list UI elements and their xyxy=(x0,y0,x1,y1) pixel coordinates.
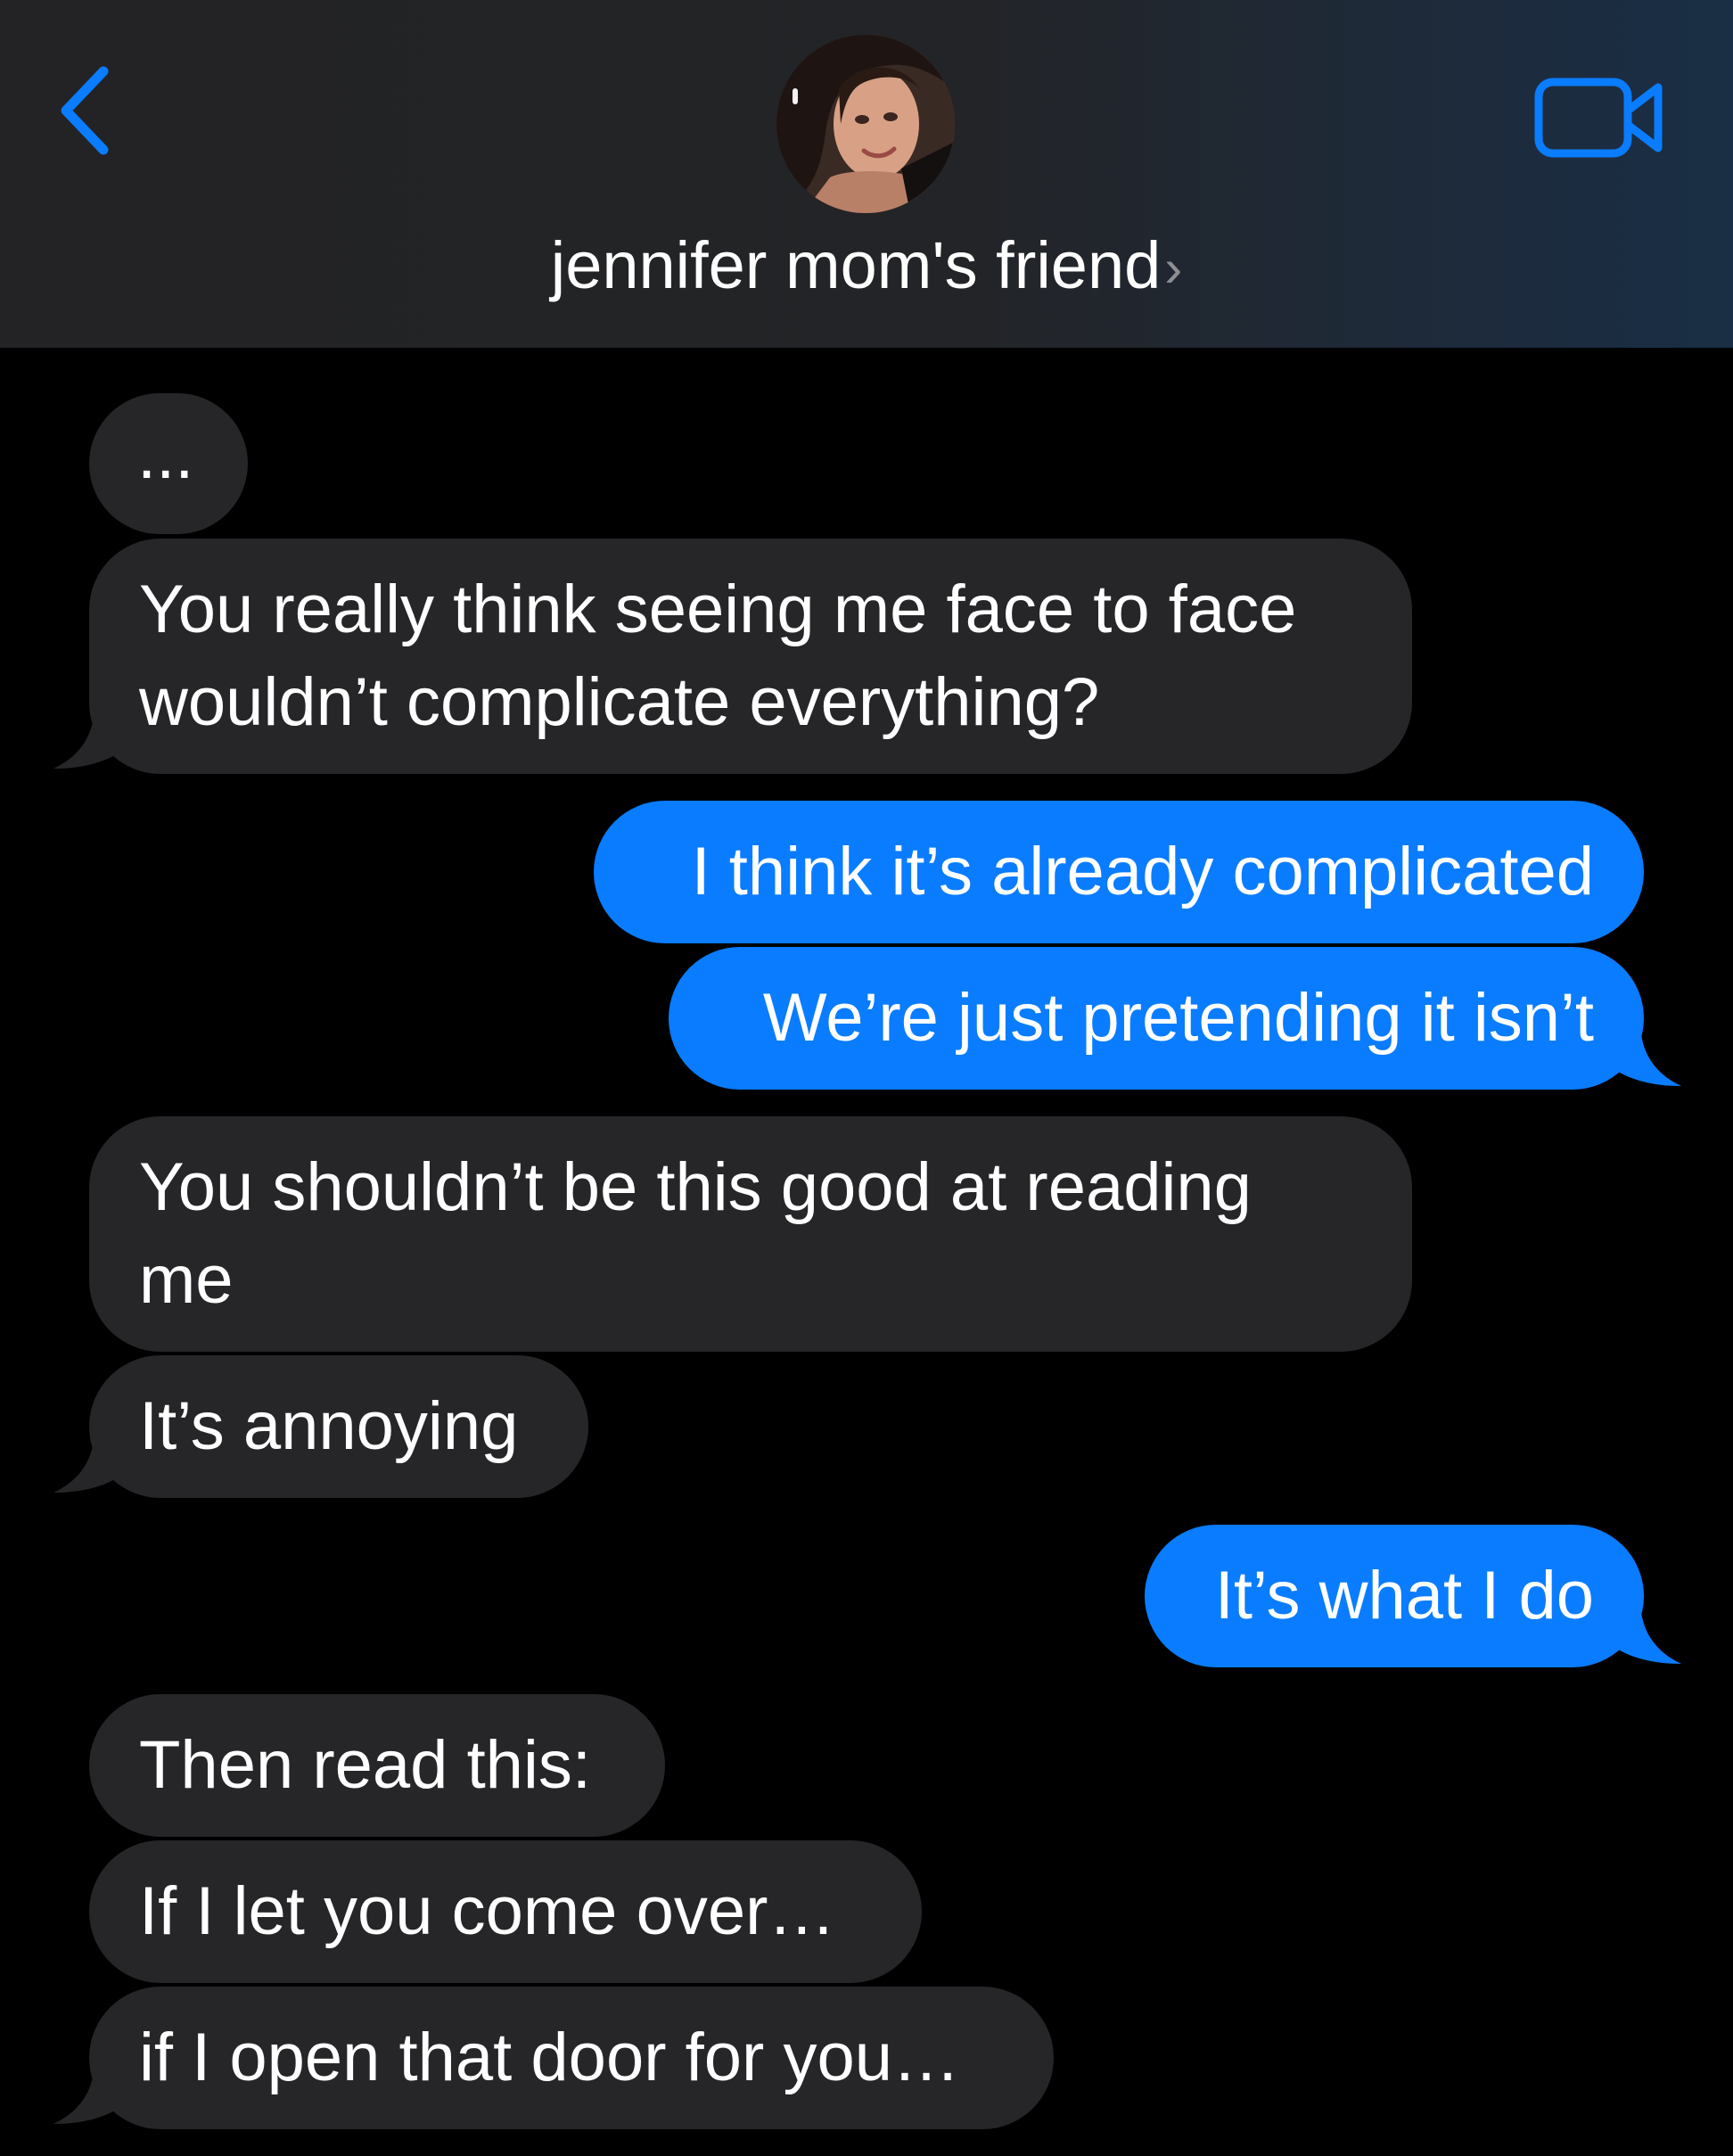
chevron-right-icon: › xyxy=(1164,238,1183,298)
incoming-message[interactable]: if I open that door for you… xyxy=(89,1987,1054,2129)
message-text: I think it’s already complicated xyxy=(691,834,1594,909)
message-text: You really think seeing me face to face xyxy=(139,572,1297,647)
incoming-message[interactable]: It’s annoying xyxy=(89,1355,588,1498)
incoming-message[interactable]: Then read this: xyxy=(89,1694,665,1837)
video-call-button[interactable] xyxy=(1533,75,1667,160)
message-text: If I let you come over… xyxy=(139,1873,836,1949)
bubble-tail xyxy=(53,2060,125,2124)
bubble-tail xyxy=(1610,1022,1681,1086)
message-text: wouldn’t complicate everything? xyxy=(139,664,1100,740)
video-camera-icon xyxy=(1534,78,1663,158)
outgoing-message[interactable]: It’s what I do xyxy=(1145,1525,1644,1667)
incoming-message[interactable]: ... xyxy=(89,393,248,534)
outgoing-message[interactable]: We’re just pretending it isn’t xyxy=(669,947,1644,1090)
message-text: It’s what I do xyxy=(1214,1558,1594,1633)
back-button[interactable] xyxy=(52,62,132,160)
chevron-left-icon xyxy=(61,66,109,155)
message-text: Then read this: xyxy=(139,1727,591,1803)
bubble-tail xyxy=(1610,1600,1681,1664)
message-text: You shouldn’t be this good at reading xyxy=(139,1149,1252,1225)
message-text: We’re just pretending it isn’t xyxy=(762,980,1594,1056)
contact-name-text: jennifer mom's friend xyxy=(550,228,1162,302)
incoming-message[interactable]: You shouldn’t be this good at reading me xyxy=(89,1116,1412,1352)
incoming-message[interactable]: You really think seeing me face to face … xyxy=(89,539,1412,774)
message-text: if I open that door for you… xyxy=(139,2020,960,2095)
message-text: me xyxy=(139,1242,234,1318)
conversation-header: jennifer mom's friend› xyxy=(0,0,1733,348)
contact-avatar[interactable] xyxy=(776,35,955,213)
message-text: ... xyxy=(137,417,194,493)
incoming-message[interactable]: If I let you come over… xyxy=(89,1840,922,1983)
bubble-tail xyxy=(53,1428,125,1493)
bubble-tail xyxy=(53,704,125,769)
contact-name[interactable]: jennifer mom's friend› xyxy=(0,223,1733,311)
message-text: It’s annoying xyxy=(139,1388,519,1464)
outgoing-message[interactable]: I think it’s already complicated xyxy=(594,801,1644,943)
